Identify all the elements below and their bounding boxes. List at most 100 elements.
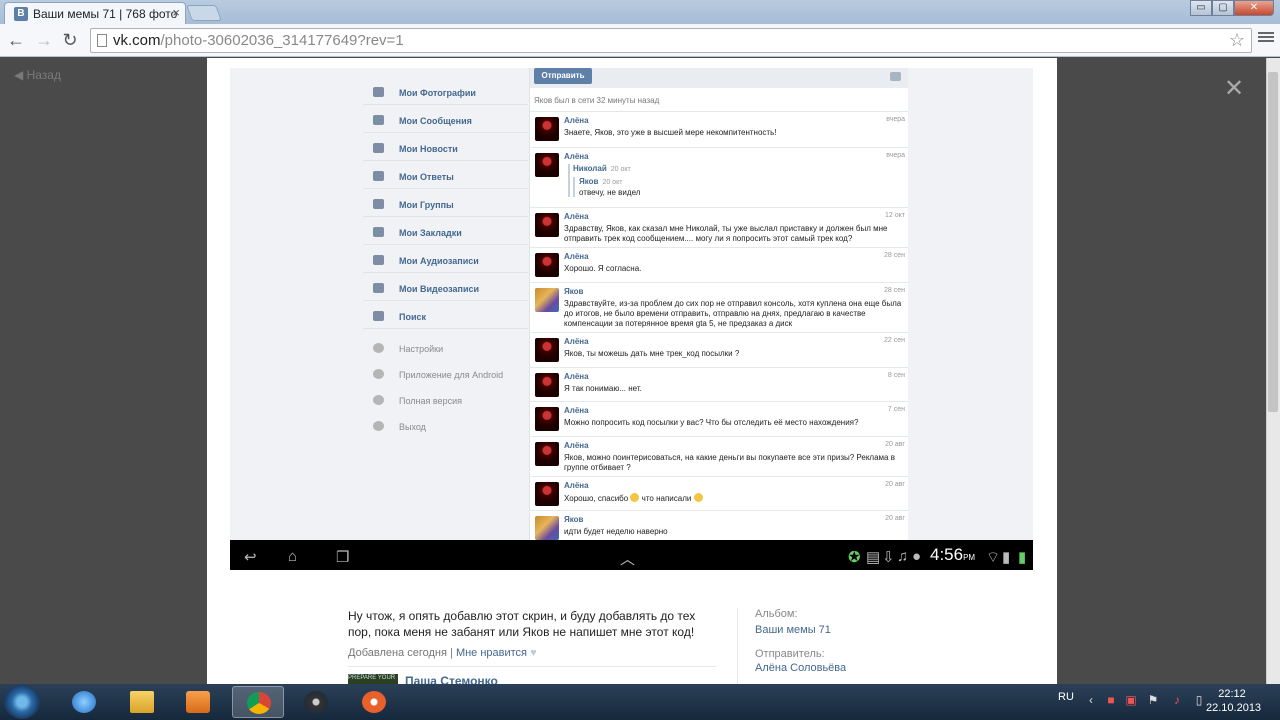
message: Яков 28 сен Здравствуйте, из-за проблем … — [530, 282, 908, 332]
taskbar-app[interactable] — [348, 686, 400, 718]
menu-item-news: Мои Новости — [363, 134, 528, 161]
message-time: 28 сен — [884, 252, 905, 259]
network-icon[interactable]: ▣ — [1124, 693, 1138, 707]
minimize-button[interactable]: ▭ — [1190, 0, 1212, 16]
taskbar-chrome[interactable] — [232, 686, 284, 718]
mail-icon — [373, 115, 384, 125]
viewer-close-icon[interactable]: ✕ — [1224, 74, 1244, 103]
browser-tab[interactable]: B Ваши мемы 71 | 768 фото × — [4, 2, 186, 24]
photo-caption: Ну чтож, я опять добавлю этот скрин, и б… — [348, 609, 696, 639]
taskbar-ie[interactable] — [58, 686, 110, 718]
message-time: 20 авг — [885, 515, 905, 522]
phone-icon — [373, 369, 384, 379]
avatar — [535, 407, 559, 431]
new-tab-button[interactable] — [186, 5, 222, 21]
maximize-button[interactable]: ▢ — [1212, 0, 1234, 16]
message-author: Яков — [564, 515, 584, 524]
vk-favicon-icon: B — [14, 7, 28, 21]
message-author: Алёна — [564, 441, 589, 450]
browser-menu-icon[interactable] — [1258, 30, 1274, 46]
message-text: Знаете, Яков, это уже в высшей мере неко… — [564, 128, 777, 137]
message-author: Алёна — [564, 372, 589, 381]
tab-close-icon[interactable]: × — [172, 5, 180, 20]
message-text: Хорошо, спасибо что написали — [564, 493, 904, 504]
film-icon — [373, 283, 384, 293]
message: Алёна 20 авг Хорошо, спасибо что написал… — [530, 476, 908, 510]
music-icon — [373, 255, 384, 265]
message-author: Алёна — [564, 406, 589, 415]
commenter-avatar[interactable]: PREPARE YOUR — [348, 674, 398, 684]
added-date: Добавлена сегодня — [348, 647, 447, 659]
like-link[interactable]: Мне нравится — [456, 647, 527, 659]
menu-item-bookmarks: Мои Закладки — [363, 218, 528, 245]
message-time: 7 сен — [887, 406, 905, 413]
volume-muted-icon[interactable]: ♪ — [1170, 693, 1184, 707]
window-close-button[interactable]: ✕ — [1234, 0, 1274, 16]
window-controls: ▭ ▢ ✕ — [1190, 0, 1274, 16]
taskbar-explorer[interactable] — [116, 686, 168, 718]
message-author: Алёна — [564, 481, 589, 490]
forward-arrow-icon[interactable]: → — [34, 30, 54, 50]
message-time: 8 сен — [887, 372, 905, 379]
message-time: вчера — [886, 152, 905, 159]
address-bar[interactable]: vk.com/photo-30602036_314177649?rev=1 ☆ — [90, 28, 1252, 53]
page-icon — [97, 34, 107, 47]
smile-icon — [630, 493, 640, 502]
message-text: Можно попросить код посылки у вас? Что б… — [564, 418, 859, 427]
android-up-icon: ︿ — [620, 551, 636, 568]
android-navbar: ↩ ⌂ ❐ ︿ ✪ ▤ ⇩ ♫ ● 4:56PM ⌔ ▮ ▮ — [230, 540, 1033, 570]
album-link[interactable]: Ваши мемы 71 — [755, 624, 831, 636]
system-clock[interactable]: 22:12 22.10.2013 — [1206, 687, 1261, 715]
menu-item-groups: Мои Группы — [363, 190, 528, 217]
start-button-icon[interactable] — [4, 685, 40, 719]
scrollbar-thumb[interactable] — [1268, 72, 1278, 412]
power-tray-icon[interactable]: ▯ — [1192, 693, 1206, 707]
tray-expand-icon[interactable]: ‹ — [1084, 693, 1098, 707]
browser-toolbar: ← → ↻ vk.com/photo-30602036_314177649?re… — [0, 24, 1280, 57]
message: Алёна 7 сен Можно попросить код посылки … — [530, 401, 908, 436]
language-indicator[interactable]: RU — [1058, 691, 1074, 703]
menu-item-photos: Мои Фотографии — [363, 78, 528, 105]
menu-item-android: Приложение для Android — [363, 360, 528, 387]
star-icon — [373, 227, 384, 237]
bookmark-star-icon[interactable]: ☆ — [1229, 30, 1245, 51]
flag-icon[interactable]: ⚑ — [1146, 693, 1160, 707]
antivirus-icon[interactable]: ■ — [1104, 693, 1118, 707]
android-recent-icon: ❐ — [336, 549, 350, 566]
menu-item-answers: Мои Ответы — [363, 162, 528, 189]
taskbar-steam[interactable] — [290, 686, 342, 718]
message-time: вчера — [886, 116, 905, 123]
message-author: Алёна — [564, 337, 589, 346]
android-clock: 4:56PM — [930, 545, 976, 564]
back-arrow-icon[interactable]: ← — [6, 30, 26, 50]
forwarded-message: Николай 20 окт Яков 20 окт отвечу, не виде… — [568, 164, 898, 197]
message-text: идти будет неделю наверно — [564, 527, 668, 536]
message-text: Яков, ты можешь дать мне трек_код посылк… — [564, 349, 740, 358]
message: Алёна 22 сен Яков, ты можешь дать мне тр… — [530, 332, 908, 367]
power-icon — [373, 421, 384, 431]
windows-taskbar: RU ‹ ■ ▣ ⚑ ♪ ▯ 22:12 22.10.2013 — [0, 684, 1280, 720]
search-icon — [373, 311, 384, 321]
online-status: Яков был в сети 32 минуты назад — [534, 96, 660, 105]
menu-item-messages: Мои Сообщения — [363, 106, 528, 133]
music-note-icon: ♫ — [897, 548, 909, 565]
reload-icon[interactable]: ↻ — [60, 30, 80, 50]
album-label: Альбом: — [755, 608, 798, 620]
tab-title: Ваши мемы 71 | 768 фото — [33, 7, 178, 21]
message-text: Яков, можно поинтерисоваться, на какие д… — [564, 453, 895, 472]
menu-item-settings: Настройки — [363, 334, 528, 361]
forward-time: 20 окт — [602, 179, 623, 186]
avatar — [535, 338, 559, 362]
attach-camera-icon — [890, 72, 901, 81]
message: Алёна 28 сен Хорошо. Я согласна. — [530, 247, 908, 282]
message-author: Яков — [564, 287, 584, 296]
forward-time: 20 окт — [610, 166, 631, 173]
viewer-back-link[interactable]: ◀ Назад — [14, 68, 61, 82]
commenter-name[interactable]: Паша Стемонко — [405, 674, 498, 684]
heart-icon[interactable]: ♥ — [530, 647, 537, 659]
taskbar-media[interactable] — [172, 686, 224, 718]
divider — [348, 666, 716, 667]
globe-icon — [373, 395, 384, 405]
sender-link[interactable]: Алёна Соловьёва — [755, 662, 846, 674]
avatar — [535, 153, 559, 177]
